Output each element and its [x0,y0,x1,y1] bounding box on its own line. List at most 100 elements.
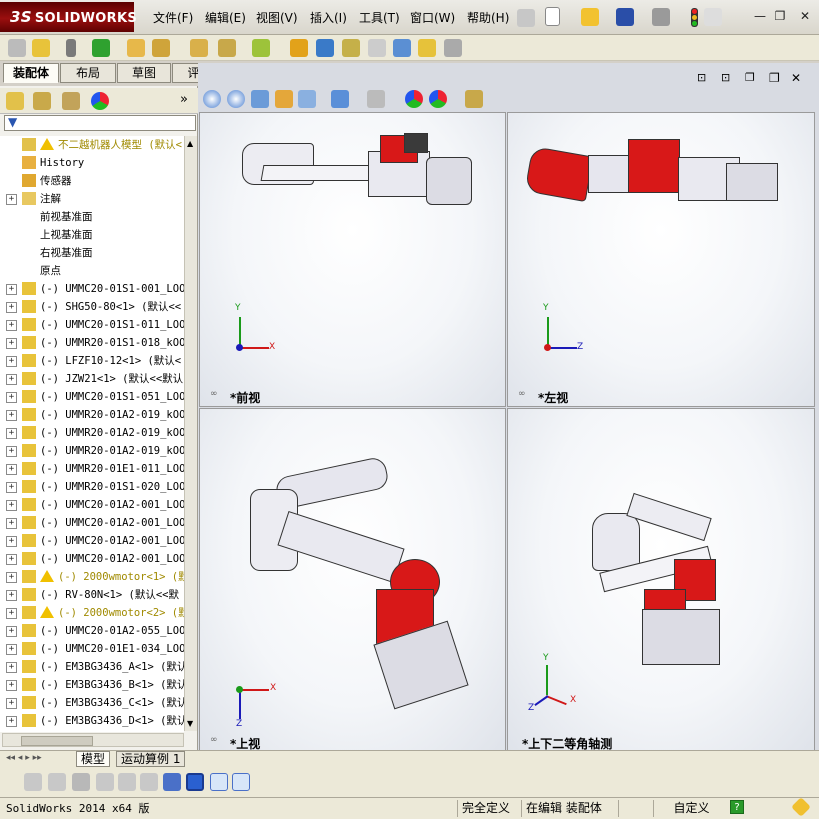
expand-icon[interactable]: + [6,608,17,619]
menu-tools[interactable]: 工具(T) [359,9,400,27]
tree-component[interactable]: + (-) 2000wmotor<1> (默 [0,568,184,586]
tree-component[interactable]: + (-) JZW21<1> (默认<<默认 [0,370,184,388]
tree-component[interactable]: + (-) UMMC20-01A2-001_LOO [0,550,184,568]
smart-fastener-icon[interactable] [92,39,110,57]
tab-assembly[interactable]: 装配体 [3,63,59,83]
tree-item-0[interactable]: History [0,154,184,172]
tree-component[interactable]: + (-) UMMR20-01A2-019_kOO [0,442,184,460]
reference-geometry-icon[interactable] [252,39,270,57]
expand-icon[interactable]: + [6,464,17,475]
view-orientation-icon[interactable] [298,90,316,108]
expand-icon[interactable]: + [6,716,17,727]
tab-model[interactable]: 模型 [76,751,111,767]
expand-icon[interactable]: + [6,194,17,205]
expand-icon[interactable]: + [6,320,17,331]
tree-component[interactable]: + (-) UMMR20-01S1-020_LOO [0,478,184,496]
tree-component[interactable]: + (-) UMMC20-01S1-001_LOO [0,280,184,298]
show-hidden-icon[interactable] [190,39,208,57]
tree-item-4[interactable]: 上视基准面 [0,226,184,244]
status-units[interactable]: 自定义 [653,800,725,817]
rotate-component-icon[interactable] [152,39,170,57]
tree-component[interactable]: + (-) SHG50-80<1> (默认<< [0,298,184,316]
close-view-icon[interactable]: ✕ [791,71,801,85]
expand-icon[interactable]: + [6,284,17,295]
expand-icon[interactable]: + [6,356,17,367]
tool-icon-4[interactable] [96,773,114,791]
tree-item-1[interactable]: 传感器 [0,172,184,190]
link-views-icon[interactable]: ⊡ [697,71,706,84]
expand-icon[interactable]: + [6,590,17,601]
tree-item-6[interactable]: 原点 [0,262,184,280]
menu-insert[interactable]: 插入(I) [310,9,347,27]
configuration-manager-tab-icon[interactable] [62,92,80,110]
restore-view-icon[interactable]: ❐ [769,71,780,85]
save-icon[interactable] [616,8,634,26]
display-manager-tab-icon[interactable] [91,92,109,110]
tree-component[interactable]: + (-) UMMC20-01A2-001_LOO [0,514,184,532]
tree-component[interactable]: + (-) UMMR20-01S1-018_kOO [0,334,184,352]
expand-icon[interactable]: + [6,680,17,691]
viewport-left[interactable]: Y Z ∞ *左视 [507,112,815,407]
move-component-icon[interactable] [127,39,145,57]
tool-icon-3[interactable] [72,773,90,791]
expand-icon[interactable]: + [6,446,17,457]
minimize-icon[interactable]: — [752,9,768,23]
viewport-top[interactable]: X Z ∞ *上视 [199,408,506,751]
tree-component[interactable]: + (-) UMMC20-01A2-001_LOO [0,496,184,514]
zoom-to-fit-icon[interactable] [203,90,221,108]
expand-icon[interactable]: + [6,338,17,349]
expand-icon[interactable]: + [6,554,17,565]
tree-component[interactable]: + (-) UMMR20-01A2-019_kOO [0,424,184,442]
tree-component[interactable]: + (-) RV-80N<1> (默认<<默 [0,586,184,604]
tree-item-5[interactable]: 右视基准面 [0,244,184,262]
tree-component[interactable]: + (-) EM3BG3436_B<1> (默认 [0,676,184,694]
tree-filter-input[interactable]: ▼ [4,115,196,131]
assembly-features-icon[interactable] [218,39,236,57]
tab-sketch[interactable]: 草图 [117,63,171,83]
chart-icon[interactable] [163,773,181,791]
tree-vertical-scrollbar[interactable]: ▲ ▼ [184,136,197,731]
open-folder-icon[interactable] [581,8,599,26]
menu-view[interactable]: 视图(V) [256,9,298,27]
panel-expand-icon[interactable]: » [180,92,188,107]
feature-manager-tab-icon[interactable] [6,92,24,110]
restore-icon[interactable]: ❐ [772,9,788,23]
previous-view-icon[interactable] [251,90,269,108]
close-icon[interactable]: ✕ [797,9,813,23]
new-document-icon[interactable] [545,7,560,26]
tree-root-assembly[interactable]: 不二越机器人模型 (默认< [0,136,184,154]
expand-icon[interactable]: + [6,302,17,313]
menu-edit[interactable]: 编辑(E) [205,9,246,27]
exploded-view-icon[interactable] [342,39,360,57]
expand-icon[interactable]: + [6,644,17,655]
single-view-icon[interactable]: ⊡ [721,71,730,84]
tree-horizontal-scrollbar[interactable] [2,733,184,747]
expand-icon[interactable]: + [6,500,17,511]
menu-help[interactable]: 帮助(H) [467,9,509,27]
print-icon[interactable] [652,8,670,26]
solidworks-logo[interactable]: 3S SOLIDWORKS [0,2,137,32]
expand-icon[interactable]: + [6,572,17,583]
expand-icon[interactable]: + [6,392,17,403]
expand-icon[interactable]: + [6,662,17,673]
tool-icon-2[interactable] [48,773,66,791]
pattern-icon[interactable] [66,39,76,57]
new-motion-study-icon[interactable] [290,39,308,57]
tool-icon-5[interactable] [118,773,136,791]
view-settings-icon[interactable] [465,90,483,108]
tree-component[interactable]: + (-) UMMR20-01E1-011_LOO [0,460,184,478]
menu-window[interactable]: 窗口(W) [410,9,455,27]
tree-item-3[interactable]: 前视基准面 [0,208,184,226]
four-view-layout-icon[interactable] [232,773,250,791]
single-view-layout-icon[interactable] [186,773,204,791]
display-style-icon[interactable] [331,90,349,108]
tile-view-icon[interactable]: ❐ [745,71,755,84]
expand-icon[interactable]: + [6,482,17,493]
tree-component[interactable]: + (-) EM3BG3436_C<1> (默认 [0,694,184,712]
tab-motion-study[interactable]: 运动算例 1 [116,751,186,767]
expand-icon[interactable]: + [6,428,17,439]
expand-icon[interactable]: + [6,536,17,547]
tree-component[interactable]: + (-) EM3BG3436_D<1> (默认 [0,712,184,730]
expand-icon[interactable]: + [6,626,17,637]
tab-layout[interactable]: 布局 [60,63,116,83]
